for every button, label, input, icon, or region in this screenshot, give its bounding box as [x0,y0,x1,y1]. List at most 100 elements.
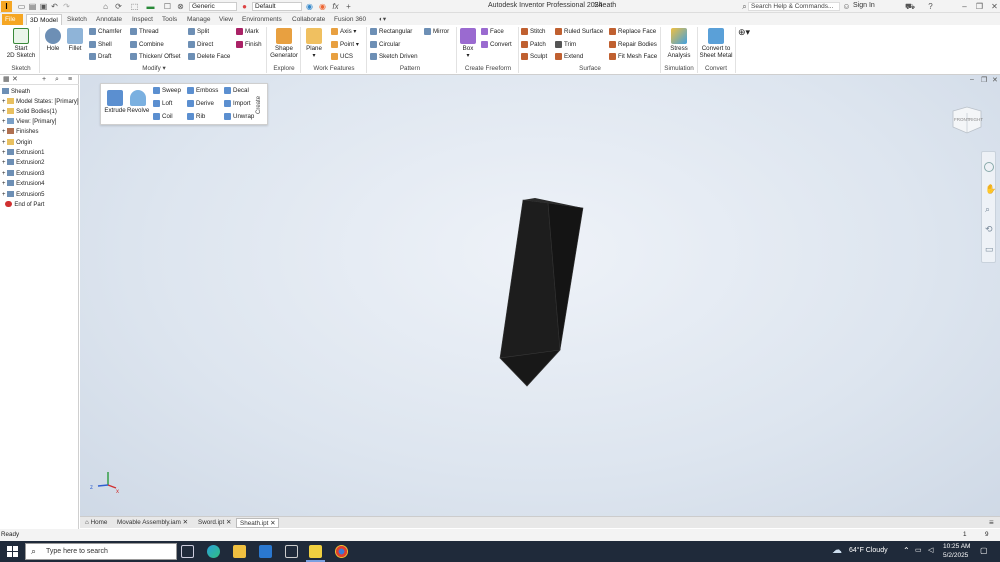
tree-item[interactable]: + Origin [2,139,32,148]
tree-item[interactable]: + Extrusion5 [2,191,45,200]
inventor-logo-icon[interactable]: I [1,1,12,12]
properties-icon[interactable]: ☐ [163,2,172,11]
tab-sketch[interactable]: Sketch [64,14,90,25]
tab-view[interactable]: View [216,14,236,25]
appearance-icon[interactable]: ◉ [305,2,314,11]
viewport-minimize-icon[interactable]: – [970,76,974,83]
doc-tab-sheath[interactable]: Sheath.ipt ✕ [236,518,280,528]
tree-item[interactable]: + Model States: [Primary] [2,98,79,107]
coil-button[interactable]: Coil [153,113,173,121]
material-icon[interactable]: ◉ [318,2,327,11]
list-icon[interactable]: ≡ [68,75,72,85]
menu-icon[interactable]: ▦ [3,75,10,85]
mark-button[interactable]: Mark [236,28,259,36]
clear-icon[interactable]: ⊗ [176,2,185,11]
autodesk-icon[interactable] [285,545,298,558]
extrude-button[interactable]: Extrude [104,90,126,114]
close-icon[interactable]: ✕ [990,2,999,11]
weather-text[interactable]: 64°F Cloudy [849,547,888,554]
direct-button[interactable]: Direct [188,41,213,49]
point-button[interactable]: Point ▾ [331,41,359,49]
redo-icon[interactable]: ↷ [62,2,71,11]
ucs-button[interactable]: UCS [331,53,353,61]
tree-item[interactable]: + Finishes [2,128,39,137]
doc-tab-movable-assembly[interactable]: Movable Assembly.iam ✕ [114,518,191,528]
task-view-icon[interactable] [181,545,194,558]
tab-environments[interactable]: Environments [239,14,285,25]
patch-button[interactable]: Patch [521,41,546,49]
tray-up-icon[interactable]: ⌃ [903,546,910,555]
tab-collaborate[interactable]: Collaborate [289,14,328,25]
mail-icon[interactable] [259,545,272,558]
taskbar-search-box[interactable]: ⌕ Type here to search [25,543,177,560]
box-button[interactable]: Box ▾ [458,28,478,59]
volume-icon[interactable]: ◁ [928,546,933,554]
tree-item[interactable]: + Extrusion3 [2,170,45,179]
stress-analysis-button[interactable]: Stress Analysis [664,28,694,59]
convert-button[interactable]: Convert [481,41,512,49]
inventor-taskbar-icon[interactable] [309,545,322,558]
repair-bodies-button[interactable]: Repair Bodies [609,41,657,49]
revolve-button[interactable]: Revolve [127,90,149,114]
combine-button[interactable]: Combine [130,41,164,49]
weather-icon[interactable]: ☁ [832,545,842,556]
sketch-driven-button[interactable]: Sketch Driven [370,53,418,61]
stitch-button[interactable]: Stitch [521,28,545,36]
home-icon[interactable]: ⌂ [101,2,110,11]
chamfer-button[interactable]: Chamfer [89,28,122,36]
rectangular-pattern-button[interactable]: Rectangular [370,28,412,36]
start-2d-sketch-button[interactable]: Start 2D Sketch [5,28,37,59]
tree-item[interactable]: + View: [Primary] [2,118,56,127]
chrome-icon[interactable] [335,545,348,558]
edge-icon[interactable] [207,545,220,558]
view-cube[interactable]: FRONT RIGHT [949,105,983,135]
restore-icon[interactable]: ❐ [975,2,984,11]
plane-button[interactable]: Plane ▾ [303,28,325,59]
clock-date[interactable]: 5/2/2025 [943,552,968,559]
color-icon[interactable]: ● [240,2,249,11]
group-modify[interactable]: Modify ▾ [138,65,170,72]
measure-icon[interactable]: ▬ [146,2,155,11]
navigation-wheel-icon[interactable] [984,162,994,172]
tree-item[interactable]: + Extrusion1 [2,149,45,158]
tree-item[interactable]: + Extrusion2 [2,159,45,168]
tab-tools[interactable]: Tools [159,14,180,25]
save-icon[interactable]: ▣ [39,2,48,11]
shape-generator-button[interactable]: Shape Generator [268,28,300,59]
thread-button[interactable]: Thread [130,28,159,36]
draft-button[interactable]: Draft [89,53,111,61]
zoom-icon[interactable]: ⌕ [985,204,990,215]
sheath-model[interactable] [80,75,1000,516]
derive-button[interactable]: Derive [187,100,214,108]
loft-button[interactable]: Loft [153,100,172,108]
search-input[interactable]: Search Help & Commands... [748,2,840,11]
trim-button[interactable]: Trim [555,41,576,49]
extend-button[interactable]: Extend [555,53,583,61]
tree-item[interactable]: + Solid Bodies(1) [2,108,57,117]
appearance-combo[interactable]: Generic [189,2,237,11]
tree-item[interactable]: End of Part [2,201,44,210]
tab-annotate[interactable]: Annotate [93,14,125,25]
close-browser-icon[interactable]: ✕ [12,75,18,85]
tab-manage[interactable]: Manage [184,14,214,25]
select-icon[interactable]: ⬚ [130,2,139,11]
customize-ribbon-button[interactable]: ⊕▾ [738,28,750,37]
ruled-surface-button[interactable]: Ruled Surface [555,28,603,36]
rib-button[interactable]: Rib [187,113,205,121]
split-button[interactable]: Split [188,28,209,36]
thicken-offset-button[interactable]: Thicken/ Offset [130,53,181,61]
plus-icon[interactable]: + [344,2,353,11]
panel-toggle-icon[interactable]: ◐▾ [376,14,389,25]
fit-mesh-face-button[interactable]: Fit Mesh Face [609,53,657,61]
notification-icon[interactable]: ▢ [980,546,988,555]
cart-icon[interactable]: ⛟ [905,2,915,11]
new-icon[interactable]: ▭ [17,2,26,11]
update-icon[interactable]: ⟳ [114,2,123,11]
axis-button[interactable]: Axis ▾ [331,28,357,36]
viewport-restore-icon[interactable]: ❐ [981,76,987,84]
minimize-icon[interactable]: – [960,2,969,11]
sculpt-button[interactable]: Sculpt [521,53,547,61]
orbit-icon[interactable]: ⟲ [985,224,993,235]
tab-inspect[interactable]: Inspect [129,14,156,25]
decal-button[interactable]: Decal [224,87,249,95]
